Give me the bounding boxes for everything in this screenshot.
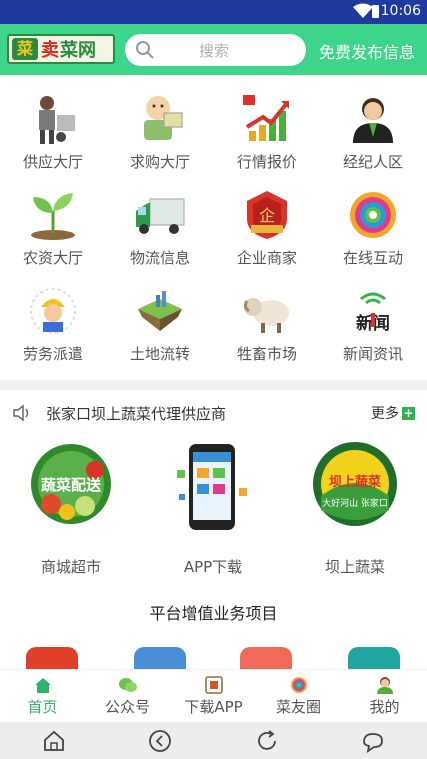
tab-label: 公众号 (104, 698, 150, 716)
category-purchase-hall[interactable]: 求购大厅 (107, 85, 213, 181)
category-label: 劳务派遣 (22, 345, 83, 363)
back-icon[interactable] (147, 728, 173, 754)
category-broker-zone[interactable]: 经纪人区 (320, 85, 426, 181)
category-label: 求购大厅 (129, 153, 190, 171)
tab-label: 首页 (27, 698, 58, 716)
tab-home[interactable]: 首页 (0, 670, 85, 723)
tab-mine[interactable]: 我的 (342, 670, 427, 723)
profile-icon (377, 677, 393, 694)
vegetable-delivery-logo: 蔬菜配送 (31, 444, 111, 524)
category-supply-hall[interactable]: 供应大厅 (0, 85, 106, 181)
more-link[interactable]: 更多 (371, 403, 399, 423)
logo-text-red: 卖 (41, 40, 60, 61)
feature-label: 坝上蔬菜 (324, 558, 385, 576)
refresh-icon[interactable] (254, 728, 280, 754)
tab-friends-circle[interactable]: 菜友圈 (256, 670, 341, 723)
category-label: 物流信息 (129, 249, 190, 267)
service-card[interactable] (240, 647, 292, 669)
category-livestock-market[interactable]: 牲畜市场 (214, 277, 320, 373)
category-enterprises[interactable]: 企 企业商家 (214, 181, 320, 277)
tab-label: 我的 (369, 698, 400, 716)
worker-icon (30, 288, 76, 334)
logo-text-green: 菜网 (60, 40, 96, 61)
section-divider (0, 380, 427, 390)
category-grid: 供应大厅 求购大厅 行情报价 经纪人区 农资大厅 物流信息 企 企业商家 在线互… (0, 85, 427, 373)
chat-bubbles-icon[interactable] (360, 728, 386, 754)
land-icon (138, 291, 182, 331)
sheep-icon (243, 298, 289, 333)
category-label: 行情报价 (236, 153, 297, 171)
publish-button[interactable]: 免费发布信息 (319, 39, 415, 63)
site-logo[interactable]: 菜 卖 菜网 (7, 34, 115, 64)
value-added-title: 平台增值业务项目 (149, 604, 278, 623)
bottom-tab-bar: 首页 公众号 下载APP 菜友圈 我的 (0, 669, 427, 722)
system-nav-bar (0, 722, 427, 759)
download-app-icon (205, 676, 223, 694)
feature-mall[interactable]: 蔬菜配送 商城超市 (0, 440, 142, 580)
agent-icon (353, 98, 393, 143)
logo-mark: 菜 (12, 38, 38, 60)
feature-bashang-vegetables[interactable]: 坝上蔬菜 大好河山 张家口 坝上蔬菜 (284, 440, 426, 580)
plus-icon[interactable]: + (402, 407, 415, 420)
news-icon: 新闻 (356, 292, 390, 334)
category-online-interaction[interactable]: 在线互动 (320, 181, 426, 277)
tab-official-account[interactable]: 公众号 (85, 670, 170, 723)
search-placeholder: 搜索 (199, 42, 230, 60)
sprout-icon (31, 193, 75, 240)
category-logistics[interactable]: 物流信息 (107, 181, 213, 277)
market-trend-icon (243, 95, 289, 141)
service-card[interactable] (134, 647, 186, 669)
category-label: 企业商家 (236, 249, 297, 267)
category-market-quotes[interactable]: 行情报价 (214, 85, 320, 181)
category-label: 牲畜市场 (236, 345, 297, 363)
service-card[interactable] (348, 647, 400, 669)
buyer-icon (144, 96, 183, 140)
category-label: 供应大厅 (22, 153, 83, 171)
wechat-icon (119, 678, 137, 692)
category-label: 在线互动 (342, 249, 403, 267)
feature-badge-text: 蔬菜配送 (41, 476, 102, 494)
battery-icon (372, 5, 379, 18)
home-nav-icon[interactable] (41, 728, 67, 754)
service-card[interactable] (26, 647, 78, 669)
home-icon (35, 678, 51, 693)
category-news[interactable]: 新闻 新闻资讯 (320, 277, 426, 373)
status-time: 10:06 (380, 3, 421, 19)
search-icon (136, 41, 154, 59)
enterprise-badge-icon: 企 (247, 191, 287, 239)
notice-bar[interactable]: 张家口坝上蔬菜代理供应商 更多 + (0, 398, 427, 428)
chat-circle-icon (350, 192, 396, 238)
tab-label: 下载APP (184, 698, 243, 716)
status-bar: 10:06 (0, 0, 427, 24)
notice-text: 张家口坝上蔬菜代理供应商 (46, 405, 227, 423)
bashang-vegetables-logo: 坝上蔬菜大好河山 张家口 (313, 442, 397, 526)
feature-badge-text: 坝上蔬菜 (329, 474, 381, 490)
tab-label: 菜友圈 (275, 698, 321, 716)
category-label: 农资大厅 (22, 249, 83, 267)
feature-label: 商城超市 (40, 558, 101, 576)
friends-circle-icon (291, 677, 307, 693)
category-label: 土地流转 (129, 345, 190, 363)
category-land-transfer[interactable]: 土地流转 (107, 277, 213, 373)
truck-icon (136, 198, 185, 234)
speaker-icon (13, 404, 29, 422)
phone-app-icon (177, 444, 247, 530)
tab-download-app[interactable]: 下载APP (171, 670, 256, 723)
category-label: 经纪人区 (342, 153, 403, 171)
supplier-icon (39, 96, 75, 144)
category-label: 新闻资讯 (342, 345, 403, 363)
app-header: 菜 卖 菜网 搜索 免费发布信息 (0, 24, 427, 75)
category-agri-supplies[interactable]: 农资大厅 (0, 181, 106, 277)
svg-text:企: 企 (259, 206, 275, 225)
search-input[interactable]: 搜索 (125, 34, 306, 66)
feature-app-download[interactable]: APP下载 (142, 440, 284, 580)
wifi-icon (353, 3, 373, 18)
category-labor-dispatch[interactable]: 劳务派遣 (0, 277, 106, 373)
feature-label: APP下载 (183, 558, 243, 576)
feature-badge-subtext: 大好河山 张家口 (322, 497, 388, 509)
